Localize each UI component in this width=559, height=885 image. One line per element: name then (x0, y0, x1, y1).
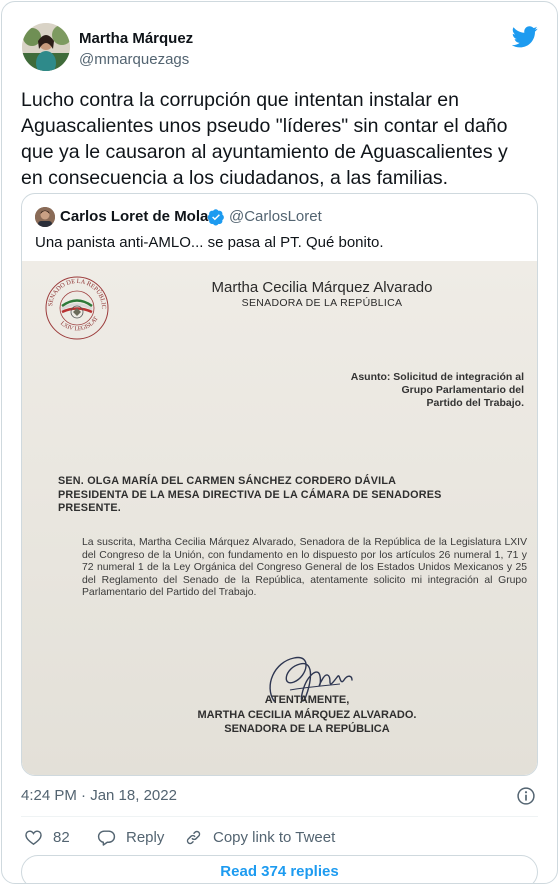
document-signer-name: MARTHA CECILIA MÁRQUEZ ALVARADO. (197, 708, 417, 721)
twitter-bird-icon[interactable] (512, 26, 538, 48)
divider (21, 816, 538, 817)
link-icon (186, 830, 201, 844)
document-subject: Asunto: Solicitud de integración al Grup… (350, 371, 524, 409)
author-name[interactable]: Martha Márquez (79, 30, 193, 47)
document-body: La suscrita, Martha Cecilia Márquez Alva… (82, 537, 527, 599)
reply-label: Reply (126, 828, 165, 846)
quoted-tweet-text: Una panista anti-AMLO... se pasa al PT. … (35, 234, 384, 251)
tweet-text: Lucho contra la corrupción que intentan … (21, 89, 508, 189)
tweet-timestamp[interactable]: 4:24 PM · Jan 18, 2022 (21, 787, 177, 804)
info-icon[interactable] (516, 786, 536, 806)
like-button[interactable]: 82 (24, 827, 70, 847)
document-letterhead: Martha Cecilia Márquez Alvarado SENADORA… (182, 279, 462, 309)
document-recipient: SEN. OLGA MARÍA DEL CARMEN SÁNCHEZ CORDE… (58, 475, 442, 514)
author-handle[interactable]: @mmarquezags (79, 51, 189, 68)
quoted-tweet[interactable]: Carlos Loret de Mola @CarlosLoret Una pa… (21, 193, 538, 776)
author-avatar[interactable] (22, 23, 70, 71)
document-sender-title: SENADORA DE LA REPÚBLICA (241, 297, 403, 309)
quoted-author-avatar[interactable] (35, 207, 55, 227)
attached-document-photo[interactable]: SENADO DE LA REPÚBLICA LXIV LEGISLATURA … (22, 261, 537, 775)
tweet-card: Martha Márquez @mmarquezags Lucho contra… (1, 1, 558, 884)
quoted-author-name[interactable]: Carlos Loret de Mola (60, 208, 208, 225)
copy-link-button[interactable]: Copy link to Tweet (184, 827, 335, 847)
document-closing-salutation: ATENTAMENTE, (264, 694, 350, 706)
heart-icon (25, 829, 42, 845)
quoted-author-handle[interactable]: @CarlosLoret (229, 208, 322, 225)
document-signer-title: SENADORA DE LA REPÚBLICA (224, 723, 390, 735)
reply-button[interactable]: Reply (97, 827, 164, 847)
copy-link-label: Copy link to Tweet (213, 828, 336, 846)
reply-bubble-icon (97, 829, 116, 846)
senate-seal-icon: SENADO DE LA REPÚBLICA LXIV LEGISLATURA (42, 273, 109, 340)
like-count: 82 (53, 828, 70, 846)
verified-badge-icon (207, 209, 224, 226)
document-sender-name: Martha Cecilia Márquez Alvarado (211, 279, 433, 296)
document-closing: ATENTAMENTE, MARTHA CECILIA MÁRQUEZ ALVA… (172, 693, 442, 737)
read-replies-button[interactable]: Read 374 replies (21, 855, 538, 883)
